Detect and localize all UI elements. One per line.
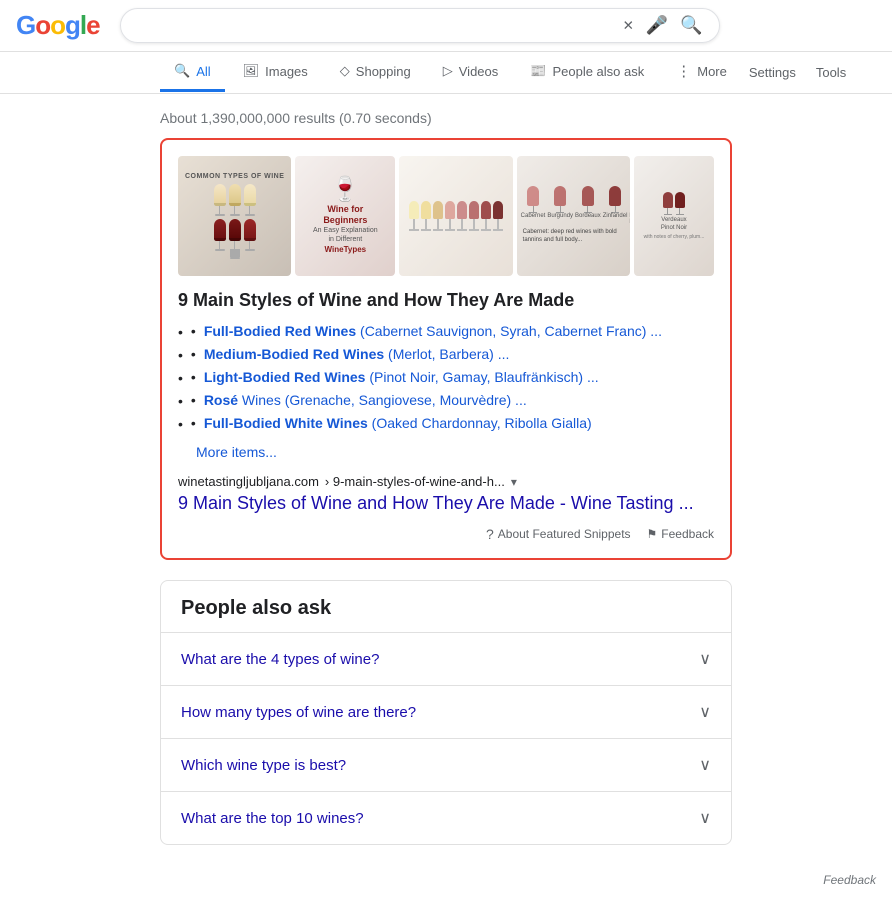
snippet-image-3[interactable]: [399, 156, 512, 276]
paa-expand-icon-4: ∨: [699, 808, 711, 828]
list-item-bold-2: Medium-Bodied Red Wines: [204, 346, 384, 362]
list-item: • Light-Bodied Red Wines (Pinot Noir, Ga…: [178, 369, 714, 386]
list-item-link-3[interactable]: Light-Bodied Red Wines (Pinot Noir, Gama…: [204, 369, 599, 385]
news-icon: 📰: [530, 63, 546, 79]
snippet-image-4[interactable]: Cabernet Burgundy Bordeaux: [517, 156, 630, 276]
google-logo: Google: [16, 10, 100, 41]
source-domain: winetastingljubljana.com: [178, 474, 319, 489]
images-icon: 🖼: [243, 63, 260, 79]
paa-expand-icon-3: ∨: [699, 755, 711, 775]
snippet-result-link[interactable]: 9 Main Styles of Wine and How They Are M…: [178, 493, 714, 514]
paa-expand-icon-2: ∨: [699, 702, 711, 722]
tab-more[interactable]: ⋮ More: [662, 52, 741, 93]
tab-all[interactable]: 🔍 All: [160, 53, 225, 92]
paa-item-1[interactable]: What are the 4 types of wine? ∨: [161, 632, 731, 685]
snippet-image-2[interactable]: 🍷 Wine forBeginners An Easy Explanationi…: [295, 156, 395, 276]
paa-expand-icon-1: ∨: [699, 649, 711, 669]
snippet-image-5[interactable]: VerdeauxPinot Noir with notes of cherry,…: [634, 156, 714, 276]
list-item-link-2[interactable]: Medium-Bodied Red Wines (Merlot, Barbera…: [204, 346, 510, 362]
tab-images[interactable]: 🖼 Images: [229, 53, 322, 92]
tab-news[interactable]: 📰 People also ask: [516, 53, 658, 92]
videos-icon: ▷: [443, 63, 453, 79]
clear-search-button[interactable]: ✕: [623, 18, 634, 34]
results-count: About 1,390,000,000 results (0.70 second…: [160, 102, 732, 138]
bottom-feedback-label: Feedback: [823, 873, 876, 887]
more-icon: ⋮: [676, 62, 691, 80]
list-item: • Medium-Bodied Red Wines (Merlot, Barbe…: [178, 346, 714, 363]
list-item-link-4[interactable]: Rosé Wines (Grenache, Sangiovese, Mourvè…: [204, 392, 527, 408]
tab-all-label: All: [196, 64, 210, 79]
more-items-link[interactable]: More items...: [178, 444, 277, 460]
feedback-label: Feedback: [661, 527, 714, 541]
feedback-button[interactable]: ⚑ Feedback: [647, 527, 714, 541]
list-item-bold-5: Full-Bodied White Wines: [204, 415, 368, 431]
header: Google types of wine ✕ 🎤 🔍: [0, 0, 892, 52]
tools-button[interactable]: Tools: [812, 57, 850, 88]
list-item-bold-3: Light-Bodied Red Wines: [204, 369, 366, 385]
bullet: •: [191, 346, 196, 362]
list-item: • Full-Bodied Red Wines (Cabernet Sauvig…: [178, 323, 714, 340]
paa-item-3[interactable]: Which wine type is best? ∨: [161, 738, 731, 791]
people-also-ask-section: People also ask What are the 4 types of …: [160, 580, 732, 845]
bullet: •: [191, 323, 196, 339]
snippet-footer: ? About Featured Snippets ⚑ Feedback: [178, 526, 714, 542]
paa-question-3: Which wine type is best?: [181, 757, 346, 774]
logo-o2: o: [50, 10, 65, 40]
snippet-image-1[interactable]: Common Types of Wine: [178, 156, 291, 276]
voice-search-button[interactable]: 🎤: [646, 15, 668, 36]
about-featured-snippets-button[interactable]: ? About Featured Snippets: [486, 526, 631, 542]
tab-shopping[interactable]: ◇ Shopping: [326, 53, 425, 92]
clear-icon: ✕: [623, 18, 634, 34]
featured-snippet: Common Types of Wine: [160, 138, 732, 560]
search-by-image-icon: 🔍: [680, 15, 702, 36]
question-circle-icon: ?: [486, 526, 494, 542]
all-search-icon: 🔍: [174, 63, 190, 79]
tab-videos[interactable]: ▷ Videos: [429, 53, 513, 92]
logo-e: e: [86, 10, 99, 40]
paa-question-2: How many types of wine are there?: [181, 704, 416, 721]
snippet-title: 9 Main Styles of Wine and How They Are M…: [178, 290, 714, 311]
search-bar: types of wine ✕ 🎤 🔍: [120, 8, 720, 43]
paa-question-1: What are the 4 types of wine?: [181, 651, 379, 668]
snippet-list: • Full-Bodied Red Wines (Cabernet Sauvig…: [178, 323, 714, 432]
bottom-feedback[interactable]: Feedback: [0, 865, 892, 895]
tab-shopping-label: Shopping: [356, 64, 411, 79]
image-search-button[interactable]: 🔍: [680, 15, 702, 36]
list-item-bold-1: Full-Bodied Red Wines: [204, 323, 356, 339]
source-url: winetastingljubljana.com › 9-main-styles…: [178, 474, 714, 489]
paa-item-2[interactable]: How many types of wine are there? ∨: [161, 685, 731, 738]
bullet: •: [191, 369, 196, 385]
tab-images-label: Images: [265, 64, 308, 79]
shopping-icon: ◇: [340, 63, 350, 79]
source-dropdown-icon[interactable]: ▾: [511, 475, 517, 489]
tab-more-label: More: [697, 64, 727, 79]
list-item-link-5[interactable]: Full-Bodied White Wines (Oaked Chardonna…: [204, 415, 592, 431]
source-path: › 9-main-styles-of-wine-and-h...: [325, 474, 505, 489]
list-item-link-1[interactable]: Full-Bodied Red Wines (Cabernet Sauvigno…: [204, 323, 662, 339]
bullet: •: [191, 415, 196, 431]
logo-o1: o: [35, 10, 50, 40]
tab-news-label: People also ask: [552, 64, 644, 79]
nav-tabs: 🔍 All 🖼 Images ◇ Shopping ▷ Videos 📰 Peo…: [0, 52, 892, 94]
flag-icon: ⚑: [647, 527, 658, 541]
list-item: • Full-Bodied White Wines (Oaked Chardon…: [178, 415, 714, 432]
results-area: About 1,390,000,000 results (0.70 second…: [0, 94, 892, 845]
tab-videos-label: Videos: [459, 64, 499, 79]
about-featured-snippets-label: About Featured Snippets: [498, 527, 631, 541]
paa-item-4[interactable]: What are the top 10 wines? ∨: [161, 791, 731, 844]
settings-tools: Settings Tools: [745, 57, 850, 88]
bullet: •: [191, 392, 196, 408]
search-input[interactable]: types of wine: [137, 17, 623, 35]
logo-g2: g: [65, 10, 80, 40]
logo-g: G: [16, 10, 35, 40]
list-item: • Rosé Wines (Grenache, Sangiovese, Mour…: [178, 392, 714, 409]
microphone-icon: 🎤: [646, 15, 668, 36]
settings-button[interactable]: Settings: [745, 57, 800, 88]
search-bar-icons: ✕ 🎤 🔍: [623, 15, 703, 36]
list-item-bold-4: Rosé: [204, 392, 238, 408]
snippet-images: Common Types of Wine: [178, 156, 714, 276]
paa-question-4: What are the top 10 wines?: [181, 810, 364, 827]
people-also-ask-title: People also ask: [161, 581, 731, 632]
